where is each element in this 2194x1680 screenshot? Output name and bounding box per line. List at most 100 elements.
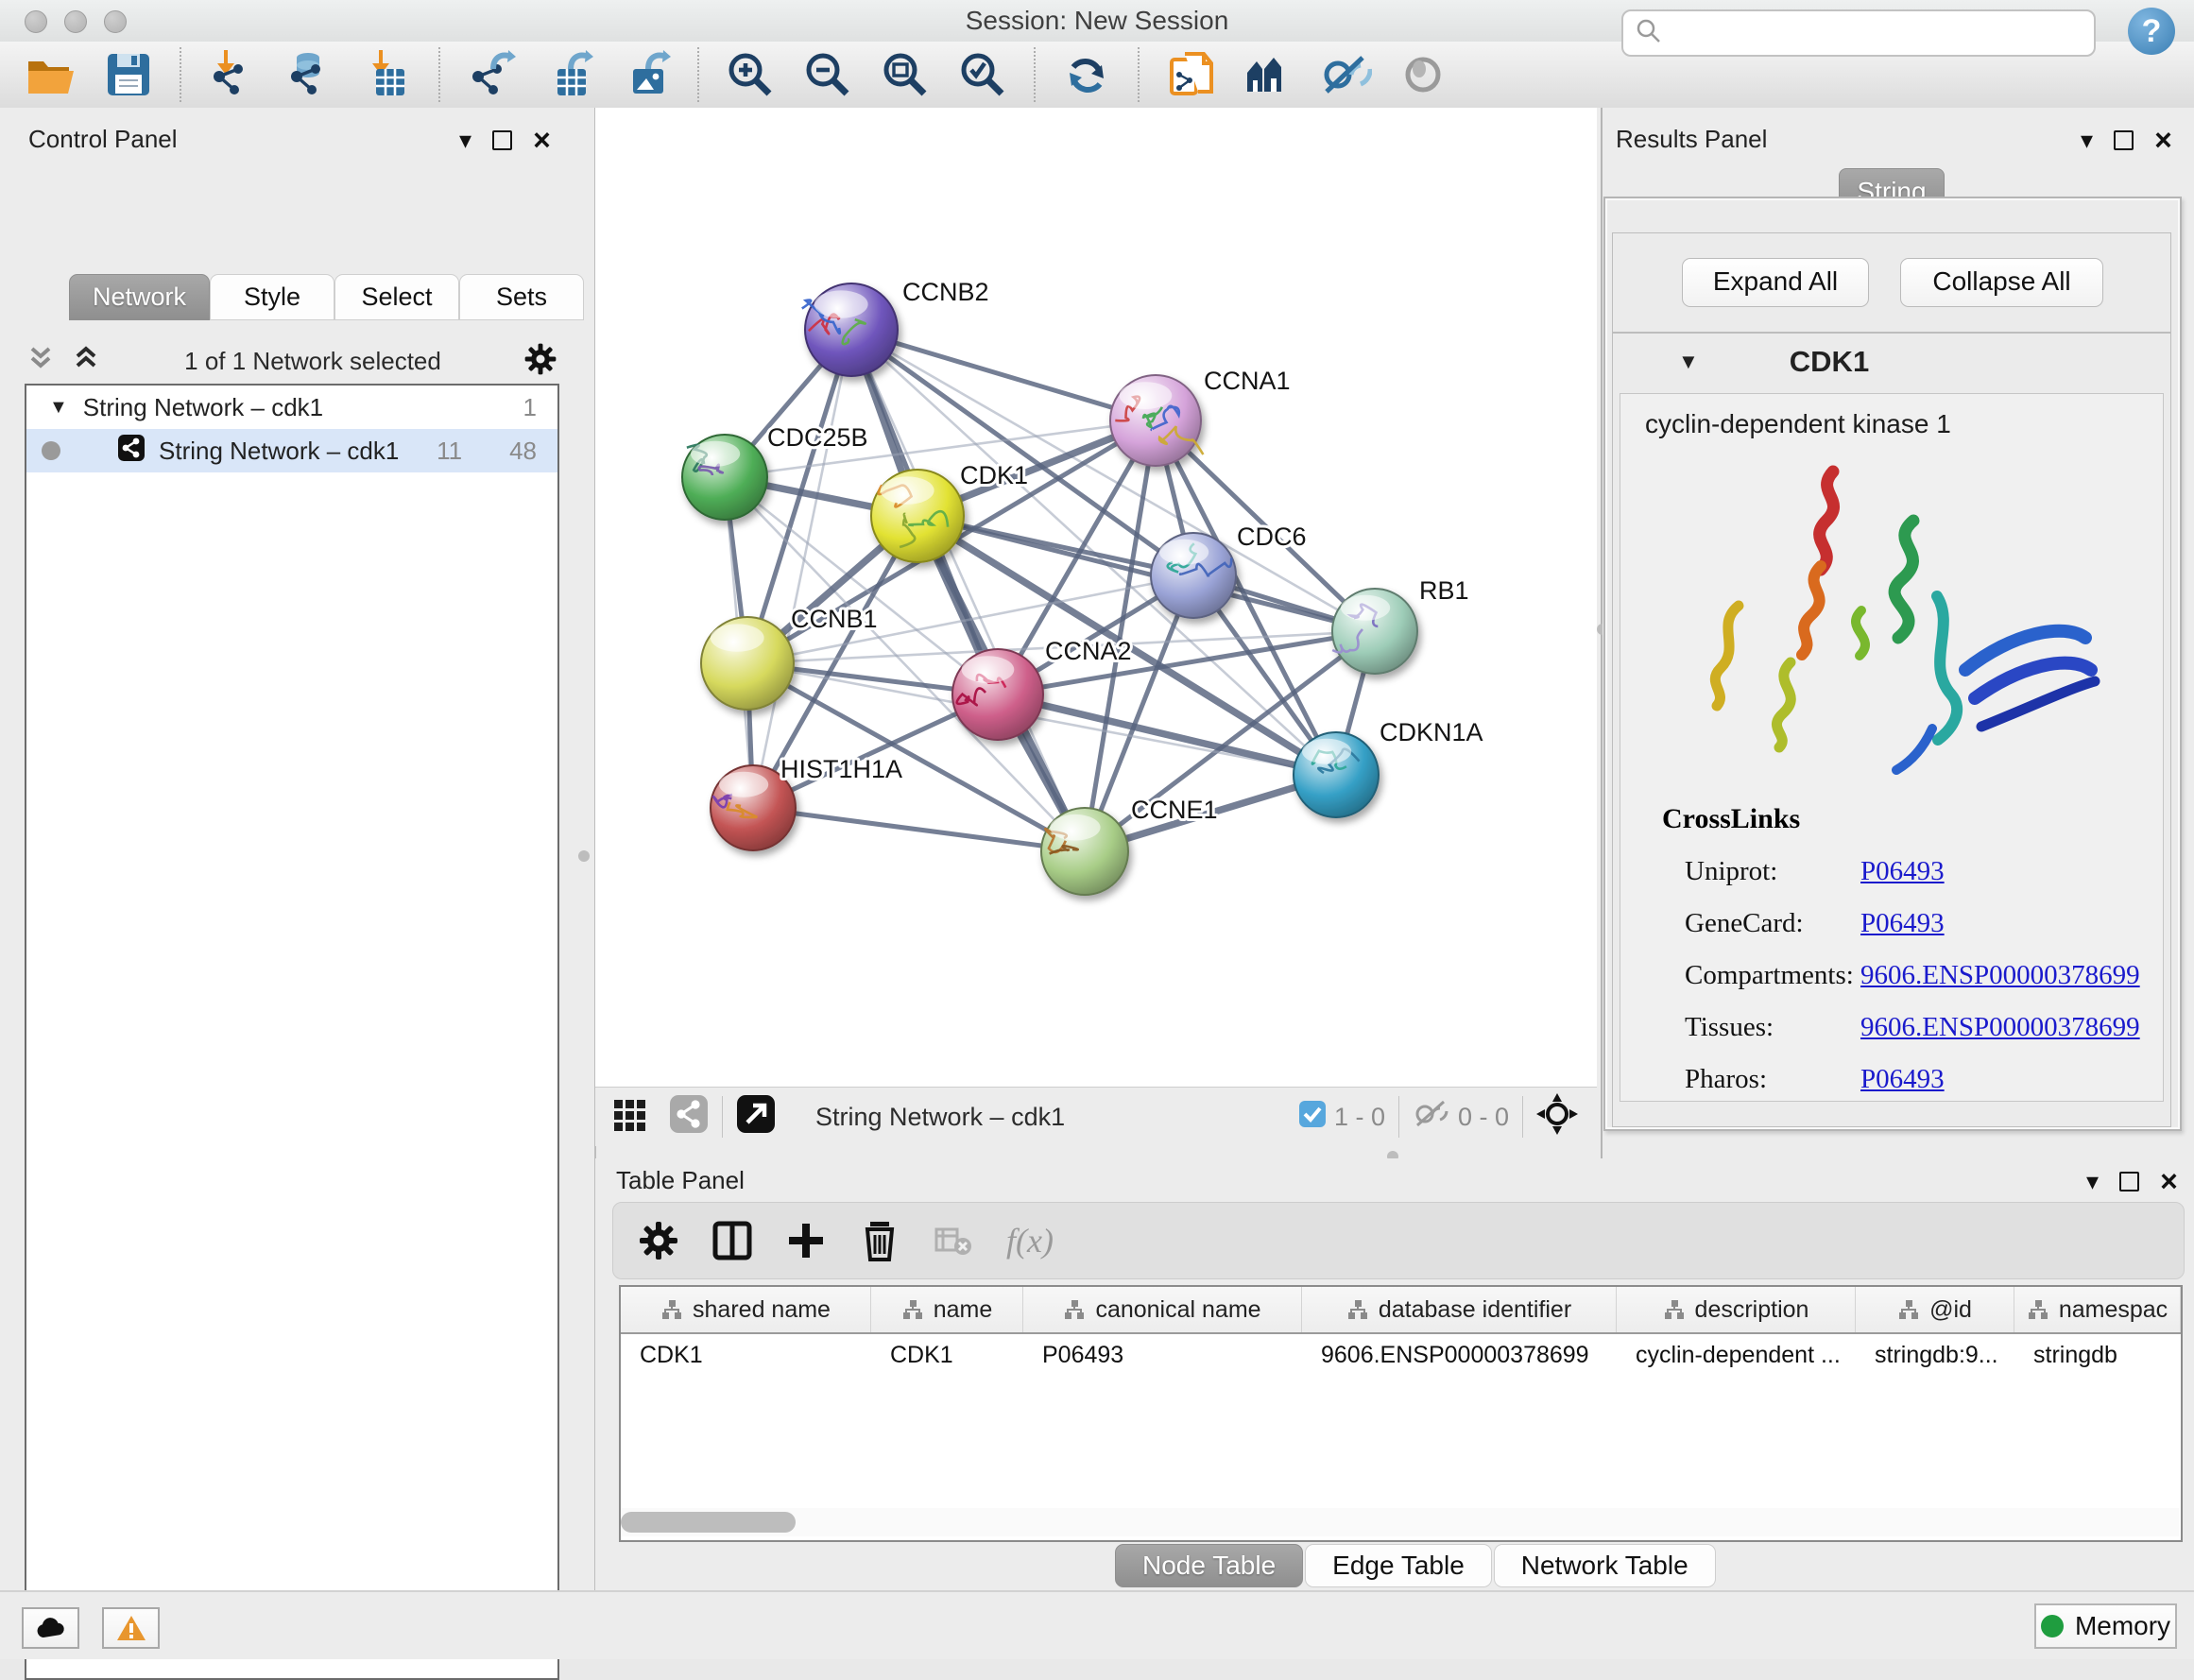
column-header-description[interactable]: description [1617,1287,1856,1332]
warning-status-button[interactable] [102,1607,160,1649]
left-splitter-handle[interactable] [578,850,590,862]
open-in-new-window-icon[interactable] [736,1094,776,1140]
table-cell[interactable]: stringdb [2014,1334,2181,1376]
column-header-canonical-name[interactable]: canonical name [1023,1287,1302,1332]
table-panel-float-icon[interactable] [2119,1172,2139,1191]
network-node-CDC6[interactable] [1151,533,1236,618]
column-header-database-identifier[interactable]: database identifier [1302,1287,1617,1332]
import-network-database-icon[interactable] [283,48,336,101]
window-minimize-icon[interactable] [64,10,87,33]
export-image-icon[interactable] [620,48,673,101]
network-node-CCNB1[interactable] [701,617,794,710]
export-network-icon[interactable] [465,48,518,101]
table-panel-close-icon[interactable]: × [2160,1166,2178,1196]
network-edge-HIST1H1A-CCNE1[interactable] [753,808,1085,851]
control-panel-close-icon[interactable]: × [533,125,551,155]
zoom-fit-content-icon[interactable] [879,48,932,101]
tab-network[interactable]: Network [69,274,210,320]
gene-card-header[interactable]: ▼ CDK1 [1612,333,2169,391]
collapse-all-button[interactable]: Collapse All [1900,258,2103,307]
network-overview-icon[interactable] [1242,48,1294,101]
share-network-icon[interactable] [669,1094,709,1140]
table-row[interactable]: CDK1CDK1P064939606.ENSP00000378699cyclin… [621,1334,2181,1376]
gene-collapse-icon[interactable]: ▼ [1678,350,1699,374]
column-header-name[interactable]: name [871,1287,1023,1332]
memory-button[interactable]: Memory [2034,1603,2177,1649]
tab-edge-table[interactable]: Edge Table [1305,1544,1492,1587]
table-cell[interactable]: stringdb:9... [1856,1334,2014,1376]
network-node-CDC25B[interactable] [682,435,767,520]
export-table-icon[interactable] [542,48,595,101]
table-cell[interactable]: cyclin-dependent ... [1617,1334,1856,1376]
delete-column-icon[interactable] [859,1220,900,1261]
birds-eye-view-icon[interactable] [1536,1093,1578,1141]
network-canvas[interactable]: CCNB2CCNA1CDC25BCDK1CDC6RB1CCNB1CCNA2CDK… [595,108,1597,1087]
results-panel-float-icon[interactable] [2114,130,2134,150]
tab-style[interactable]: Style [210,274,334,320]
table-cell[interactable]: CDK1 [621,1334,871,1376]
crosslink-link[interactable]: P06493 [1860,908,1945,939]
table-cell[interactable]: CDK1 [871,1334,1023,1376]
session-snapshot-icon[interactable] [1164,48,1217,101]
search-input[interactable] [1663,19,2094,48]
save-session-icon[interactable] [102,48,155,101]
zoom-in-icon[interactable] [724,48,777,101]
function-builder-icon[interactable]: f(x) [1006,1221,1054,1260]
column-header-namespac[interactable]: namespac [2014,1287,2181,1332]
crosslink-link[interactable]: P06493 [1860,856,1945,887]
network-node-CCNA1[interactable] [1110,375,1203,466]
expand-all-chevron-icon[interactable] [70,343,102,380]
network-node-RB1[interactable] [1332,589,1417,674]
network-edge-CCNB2-HIST1H1A[interactable] [753,330,851,808]
help-button[interactable]: ? [2128,8,2175,55]
cloud-status-button[interactable] [22,1607,79,1649]
table-panel-collapse-icon[interactable]: ▾ [2086,1169,2099,1193]
create-column-icon[interactable] [785,1220,827,1261]
network-node-CCNB2[interactable] [802,283,898,376]
network-node-CCNA2[interactable] [952,649,1043,740]
network-node-CCNE1[interactable] [1041,808,1128,895]
crosslink-link[interactable]: 9606.ENSP00000378699 [1860,960,2140,991]
table-scrollbar-thumb[interactable] [621,1512,796,1533]
table-cell[interactable]: P06493 [1023,1334,1302,1376]
table-options-gear-icon[interactable] [638,1220,679,1261]
open-session-icon[interactable] [25,48,77,101]
hide-panels-icon[interactable] [1319,48,1372,101]
network-edge-CCNB2-CCNA1[interactable] [851,330,1156,420]
tree-expand-icon[interactable]: ▼ [49,397,68,419]
apply-layout-icon[interactable] [1060,48,1113,101]
crosslink-link[interactable]: 9606.ENSP00000378699 [1860,1012,2140,1043]
selected-checkbox-icon[interactable] [1298,1100,1327,1135]
network-row[interactable]: String Network – cdk1 11 48 [26,429,557,472]
show-panel-icon[interactable] [1397,48,1449,101]
results-panel-close-icon[interactable]: × [2154,125,2172,155]
window-zoom-icon[interactable] [104,10,127,33]
network-node-CDK1[interactable] [871,470,964,562]
show-columns-icon[interactable] [711,1220,753,1261]
crosslink-link[interactable]: P06493 [1860,1064,1945,1095]
clear-table-icon[interactable] [933,1220,974,1261]
import-table-file-icon[interactable] [361,48,414,101]
tab-sets[interactable]: Sets [459,274,584,320]
expand-all-button[interactable]: Expand All [1682,258,1869,307]
table-cell[interactable]: 9606.ENSP00000378699 [1302,1334,1617,1376]
table-horizontal-scrollbar[interactable] [621,1508,2179,1536]
collapse-all-chevron-icon[interactable] [25,343,57,380]
network-node-CDKN1A[interactable] [1294,732,1379,817]
column-header-shared-name[interactable]: shared name [621,1287,871,1332]
results-panel-collapse-icon[interactable]: ▾ [2081,128,2093,152]
network-options-gear-icon[interactable] [523,342,557,381]
tab-select[interactable]: Select [334,274,459,320]
tab-node-table[interactable]: Node Table [1115,1544,1303,1587]
tab-network-table[interactable]: Network Table [1494,1544,1716,1587]
hidden-eye-icon[interactable] [1413,1098,1450,1137]
zoom-selected-icon[interactable] [956,48,1009,101]
import-network-file-icon[interactable] [206,48,259,101]
column-header--id[interactable]: @id [1856,1287,2014,1332]
network-collection-row[interactable]: ▼ String Network – cdk1 1 [26,386,557,429]
grid-view-icon[interactable] [612,1096,648,1139]
control-panel-float-icon[interactable] [492,130,512,150]
zoom-out-icon[interactable] [801,48,854,101]
control-panel-collapse-icon[interactable]: ▾ [459,128,471,152]
window-close-icon[interactable] [25,10,47,33]
